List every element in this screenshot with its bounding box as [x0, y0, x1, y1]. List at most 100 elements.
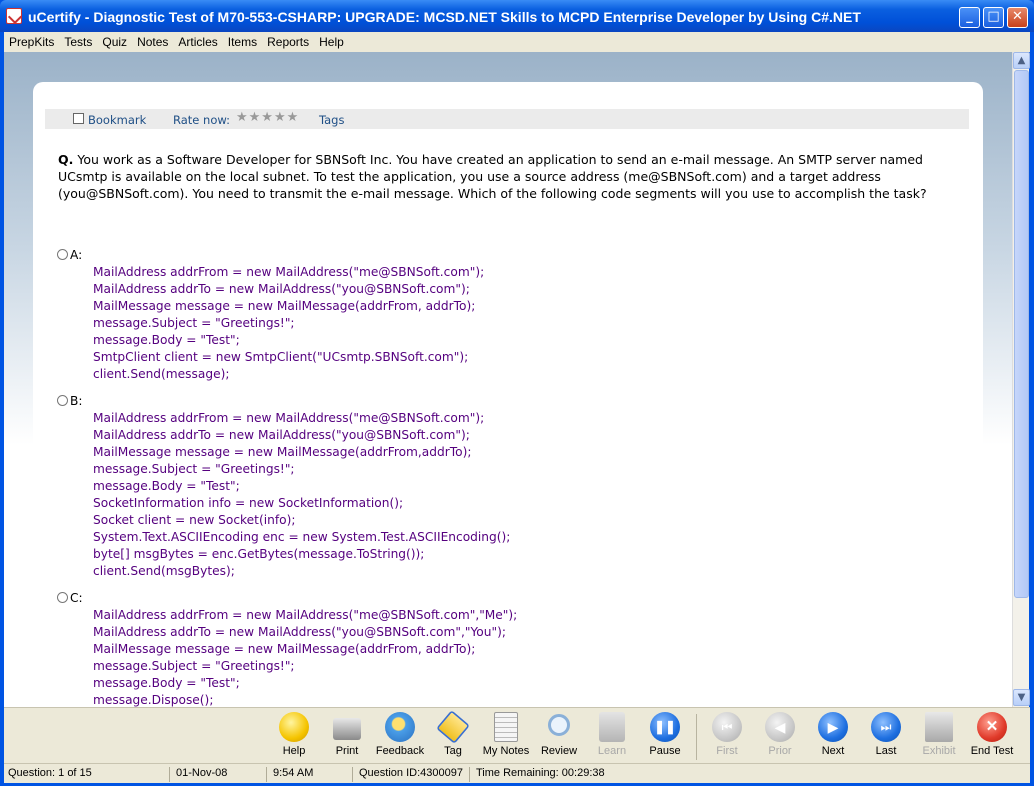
- status-question-count: Question: 1 of 15: [4, 767, 170, 782]
- feedback-button[interactable]: Feedback: [372, 712, 428, 757]
- review-button[interactable]: Review: [531, 712, 587, 757]
- next-label: Next: [821, 745, 845, 757]
- my-notes-button[interactable]: My Notes: [478, 712, 534, 757]
- maximize-button[interactable]: □: [983, 7, 1004, 28]
- code-line: MailAddress addrTo = new MailAddress("yo…: [93, 625, 506, 639]
- scroll-up-icon[interactable]: ▲: [1013, 52, 1030, 69]
- review-icon: [548, 714, 570, 736]
- feedback-label: Feedback: [375, 745, 425, 757]
- code-line: SocketInformation info = new SocketInfor…: [93, 496, 404, 510]
- pause-icon: ❚❚: [650, 712, 680, 742]
- last-button[interactable]: ⏭ Last: [858, 712, 914, 757]
- option-c[interactable]: C:: [57, 591, 83, 605]
- code-line: message.Dispose();: [93, 693, 214, 707]
- minimize-button[interactable]: _: [959, 7, 980, 28]
- prior-icon: ◀: [765, 712, 795, 742]
- option-c-code: MailAddress addrFrom = new MailAddress("…: [93, 607, 517, 707]
- status-time: 9:54 AM: [269, 767, 353, 782]
- first-button: ⏮ First: [699, 712, 755, 757]
- menu-reports[interactable]: Reports: [262, 32, 314, 49]
- code-line: message.Body = "Test";: [93, 676, 240, 690]
- help-label: Help: [282, 745, 306, 757]
- code-line: byte[] msgBytes = enc.GetBytes(message.T…: [93, 547, 425, 561]
- pause-button[interactable]: ❚❚ Pause: [637, 712, 693, 757]
- print-icon: [333, 718, 361, 740]
- code-line: message.Subject = "Greetings!";: [93, 462, 295, 476]
- help-icon: [279, 712, 309, 742]
- menu-bar: PrepKits Tests Quiz Notes Articles Items Repor…: [4, 32, 1030, 52]
- rating-stars[interactable]: ★★★★★: [236, 110, 299, 125]
- tags-link[interactable]: Tags: [319, 113, 344, 127]
- question-text: You work as a Software Developer for SBN…: [58, 152, 927, 201]
- menu-prepkits[interactable]: PrepKits: [4, 32, 59, 49]
- vertical-scrollbar[interactable]: ▲ ▼: [1012, 52, 1030, 707]
- option-b-radio[interactable]: [57, 395, 68, 406]
- tag-label: Tag: [444, 745, 462, 757]
- code-line: Socket client = new Socket(info);: [93, 513, 296, 527]
- menu-items[interactable]: Items: [223, 32, 262, 49]
- option-c-label: C:: [70, 591, 83, 605]
- option-a-label: A:: [70, 248, 83, 262]
- app-icon: [6, 8, 22, 24]
- menu-notes[interactable]: Notes: [132, 32, 173, 49]
- first-label: First: [716, 745, 738, 757]
- prior-label: Prior: [768, 745, 792, 757]
- prior-button: ◀ Prior: [752, 712, 808, 757]
- option-b-code: MailAddress addrFrom = new MailAddress("…: [93, 410, 510, 580]
- app-window: uCertify - Diagnostic Test of M70-553-CS…: [0, 0, 1034, 786]
- pause-label: Pause: [649, 745, 681, 757]
- code-line: MailMessage message = new MailMessage(ad…: [93, 299, 476, 313]
- help-button[interactable]: Help: [266, 712, 322, 757]
- status-time-remaining: Time Remaining: 00:29:38: [476, 767, 605, 779]
- scroll-down-icon[interactable]: ▼: [1013, 689, 1030, 706]
- bookmark-label[interactable]: Bookmark: [88, 113, 146, 127]
- option-a-code: MailAddress addrFrom = new MailAddress("…: [93, 264, 484, 383]
- tag-icon: [436, 710, 470, 744]
- question-text-block: Q. You work as a Software Developer for …: [58, 151, 938, 202]
- next-icon: ▶: [818, 712, 848, 742]
- option-a-radio[interactable]: [57, 249, 68, 260]
- option-b-label: B:: [70, 394, 83, 408]
- window-title: uCertify - Diagnostic Test of M70-553-CS…: [28, 9, 861, 25]
- end-test-label: End Test: [970, 745, 1014, 757]
- last-label: Last: [875, 745, 897, 757]
- code-line: MailAddress addrFrom = new MailAddress("…: [93, 411, 485, 425]
- status-date: 01-Nov-08: [172, 767, 267, 782]
- notes-icon: [494, 712, 518, 742]
- scroll-thumb[interactable]: [1014, 70, 1029, 598]
- exhibit-icon: [925, 712, 953, 742]
- end-test-icon: ✕: [977, 712, 1007, 742]
- option-a[interactable]: A:: [57, 248, 82, 262]
- learn-label: Learn: [597, 745, 627, 757]
- rate-now-label: Rate now:: [173, 113, 231, 127]
- option-b[interactable]: B:: [57, 394, 82, 408]
- learn-button: Learn: [584, 712, 640, 757]
- my-notes-label: My Notes: [482, 745, 530, 757]
- toolbar-separator: [696, 714, 697, 760]
- question-toolbar: Bookmark Rate now: ★★★★★ Tags: [45, 109, 969, 129]
- exhibit-label: Exhibit: [922, 745, 956, 757]
- option-c-radio[interactable]: [57, 592, 68, 603]
- code-line: MailAddress addrTo = new MailAddress("yo…: [93, 282, 470, 296]
- tag-button[interactable]: Tag: [425, 710, 481, 757]
- code-line: SmtpClient client = new SmtpClient("UCsm…: [93, 350, 469, 364]
- menu-quiz[interactable]: Quiz: [97, 32, 132, 49]
- menu-tests[interactable]: Tests: [59, 32, 97, 49]
- code-line: MailMessage message = new MailMessage(ad…: [93, 642, 476, 656]
- review-label: Review: [540, 745, 578, 757]
- menu-help[interactable]: Help: [314, 32, 349, 49]
- first-icon: ⏮: [712, 712, 742, 742]
- code-line: MailAddress addrFrom = new MailAddress("…: [93, 608, 518, 622]
- feedback-icon: [385, 712, 415, 742]
- close-button[interactable]: ✕: [1007, 7, 1028, 28]
- code-line: message.Subject = "Greetings!";: [93, 659, 295, 673]
- next-button[interactable]: ▶ Next: [805, 712, 861, 757]
- bookmark-checkbox[interactable]: [73, 113, 84, 124]
- print-button[interactable]: Print: [319, 712, 375, 757]
- end-test-button[interactable]: ✕ End Test: [964, 712, 1020, 757]
- menu-articles[interactable]: Articles: [173, 32, 222, 49]
- code-line: message.Body = "Test";: [93, 479, 240, 493]
- code-line: MailAddress addrFrom = new MailAddress("…: [93, 265, 485, 279]
- status-question-id: Question ID:4300097: [355, 767, 470, 782]
- code-line: MailAddress addrTo = new MailAddress("yo…: [93, 428, 470, 442]
